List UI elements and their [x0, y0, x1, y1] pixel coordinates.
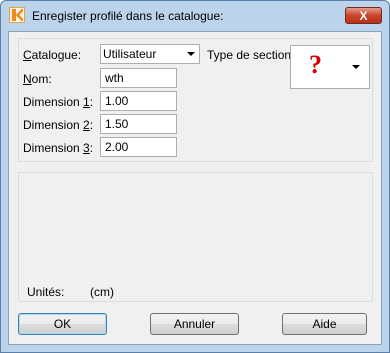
catalogue-select-value: Utilisateur — [103, 47, 157, 61]
dimension-2-field[interactable]: 1.50 — [100, 114, 177, 134]
preview-group: Unités: (cm) — [18, 172, 373, 302]
catalogue-label: Catalogue: — [23, 48, 82, 62]
dimension-3-field[interactable]: 2.00 — [100, 137, 177, 157]
ok-button[interactable]: OK — [18, 313, 107, 335]
dimension-1-label: Dimension 1: — [23, 95, 94, 109]
nom-label: Nom: — [23, 72, 52, 86]
unknown-section-icon: ? — [309, 50, 322, 79]
help-button[interactable]: Aide — [282, 313, 367, 335]
section-type-label: Type de section: — [207, 48, 295, 62]
nom-field[interactable]: wth — [100, 68, 177, 88]
k-logo-icon — [9, 7, 25, 23]
dialog-window: Enregister profilé dans le catalogue: X … — [0, 0, 390, 353]
dimension-2-label: Dimension 2: — [23, 118, 94, 132]
window-title: Enregister profilé dans le catalogue: — [32, 9, 224, 23]
units-value: (cm) — [90, 285, 114, 299]
title-bar[interactable]: Enregister profilé dans le catalogue: X — [1, 1, 389, 31]
catalogue-select[interactable]: Utilisateur — [100, 44, 200, 64]
units-label: Unités: — [27, 285, 65, 299]
cancel-button[interactable]: Annuler — [150, 313, 239, 335]
dimension-3-label: Dimension 3: — [23, 141, 94, 155]
profile-group: Catalogue: Utilisateur Type de section: … — [18, 38, 373, 162]
chevron-down-icon — [352, 65, 360, 69]
chevron-down-icon — [187, 52, 195, 56]
dialog-body: Catalogue: Utilisateur Type de section: … — [8, 31, 382, 345]
section-type-select[interactable]: ? — [290, 45, 370, 89]
close-button[interactable]: X — [345, 7, 382, 24]
dimension-1-field[interactable]: 1.00 — [100, 91, 177, 111]
